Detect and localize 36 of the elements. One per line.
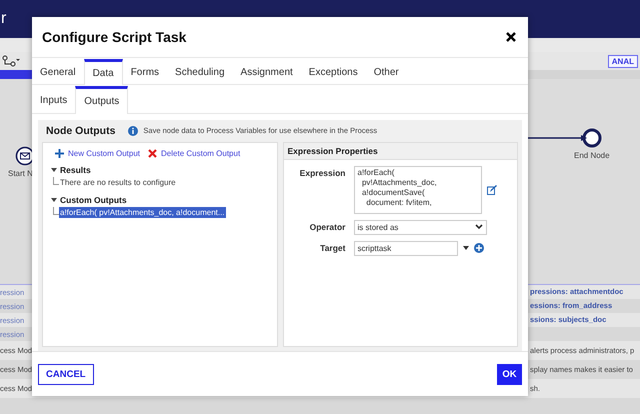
tab[interactable]: Outputs [75,86,128,114]
node-label: End Node [574,151,610,160]
caret-icon[interactable] [462,246,468,250]
tree-section[interactable]: Custom Outputs [51,194,276,205]
close-icon[interactable] [506,32,516,42]
field-label: Expression [298,166,346,178]
node-label: Start N [8,169,33,178]
tab[interactable]: Data [84,58,123,85]
edit-icon[interactable] [486,184,496,195]
chevron-icon [474,224,482,230]
end-event-icon[interactable] [582,128,602,148]
cancel-button[interactable]: CANCEL [38,364,94,385]
tree-section[interactable]: Results [51,164,276,175]
dialog-title: Configure Script Task [42,28,186,45]
open-tab[interactable] [0,70,34,79]
flow-arrow [528,134,588,142]
expression-field[interactable]: a!forEach( pv!Attachments_doc, a!documentSave( document: fv!item, [354,166,482,214]
tree-item[interactable]: There are no results to configure [59,176,177,188]
connector-icon[interactable] [2,55,20,67]
field-label: Operator [308,220,346,232]
field-label: Target [319,242,346,253]
app-title: r [0,10,6,28]
ok-button[interactable]: OK [497,364,522,385]
target-field[interactable]: scripttask [354,240,458,256]
plus-icon [55,148,64,158]
panel-title: Node Outputs [46,124,116,137]
operator-select[interactable]: is stored as [354,220,486,235]
add-circle-icon[interactable] [474,243,484,254]
mail-event-icon[interactable] [15,146,35,166]
action-link[interactable]: Delete Custom Output [148,148,240,158]
toolbar-button[interactable]: ANAL [608,54,638,68]
delete-icon [148,148,158,158]
action-link[interactable]: New Custom Output [55,148,140,158]
properties-header: Expression Properties [284,142,517,160]
info-icon [128,126,138,136]
tree-item[interactable]: a!forEach( pv!Attachments_doc, a!document... [59,206,226,218]
